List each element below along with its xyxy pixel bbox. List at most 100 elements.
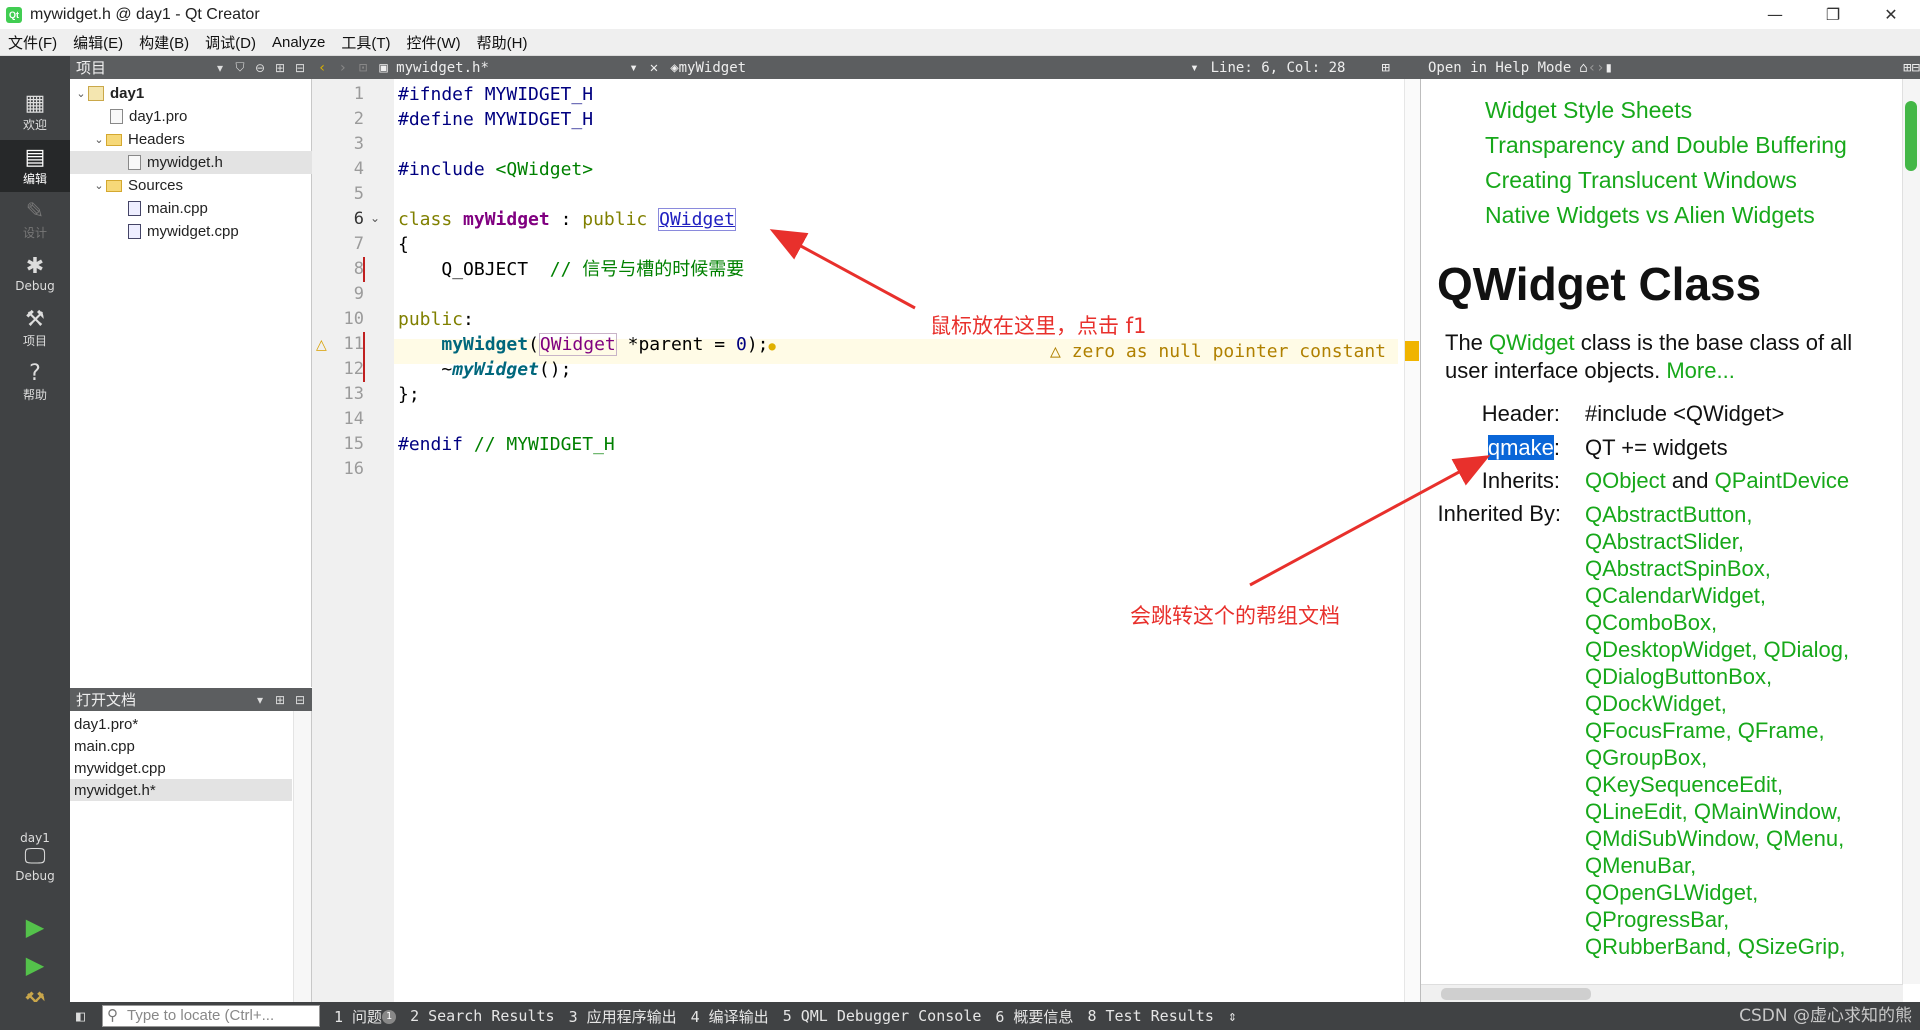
run-button[interactable]: ▶ — [0, 908, 70, 946]
code-editor[interactable]: 1 2 3 4 5 6 7 8 9 10 11 12 13 14 15 16 ⌄… — [312, 79, 1420, 1002]
tree-item-main-cpp[interactable]: main.cpp — [70, 197, 312, 220]
class-link[interactable]: QDockWidget, — [1585, 690, 1920, 717]
chevron-down-icon[interactable]: ⌄ — [92, 133, 106, 146]
open-doc-item[interactable]: mywidget.cpp — [70, 757, 292, 779]
qwidget-link[interactable]: QWidget — [1489, 330, 1575, 355]
class-link[interactable]: QRubberBand, QSizeGrip, — [1585, 933, 1920, 960]
menu-controls[interactable]: 控件(W) — [399, 32, 469, 53]
split-icon[interactable]: ⊞ — [272, 61, 288, 75]
dropdown-icon[interactable]: ▾ — [1184, 60, 1204, 76]
class-link[interactable]: QAbstractSlider, — [1585, 528, 1920, 555]
maximize-button[interactable]: ❐ — [1804, 0, 1862, 29]
class-link[interactable]: QAbstractButton, — [1585, 501, 1920, 528]
symbol-selector[interactable]: ◈myWidget — [664, 60, 1184, 76]
help-scroll-thumb[interactable] — [1905, 101, 1917, 171]
toc-link[interactable]: Transparency and Double Buffering — [1485, 128, 1847, 163]
menu-build[interactable]: 构建(B) — [131, 32, 197, 53]
sidebar-toggle-icon[interactable]: ◧ — [76, 1007, 85, 1025]
class-link[interactable]: QProgressBar, — [1585, 906, 1920, 933]
class-link[interactable]: QComboBox, — [1585, 609, 1920, 636]
qobject-link[interactable]: QObject — [1585, 468, 1666, 493]
link-icon[interactable]: ⊖ — [252, 61, 268, 75]
pane-test-results[interactable]: 8 Test Results — [1087, 1007, 1213, 1025]
mode-design[interactable]: ✎ 设计 — [0, 194, 70, 246]
pane-compile-output[interactable]: 4 编译输出 — [691, 1006, 769, 1027]
forward-arrow-icon[interactable]: › — [1596, 60, 1604, 76]
help-vertical-scrollbar[interactable] — [1902, 79, 1920, 984]
pane-issues[interactable]: 1 问题 1 — [334, 1006, 397, 1027]
locator-input[interactable]: ⚲ Type to locate (Ctrl+... — [102, 1005, 320, 1027]
back-arrow-icon[interactable]: ‹ — [312, 60, 332, 76]
debug-run-button[interactable]: ▶ — [0, 946, 70, 984]
class-link[interactable]: QMenuBar, — [1585, 852, 1920, 879]
mode-welcome[interactable]: ▦ 欢迎 — [0, 86, 70, 138]
fold-arrow-icon[interactable]: ⌄ — [370, 211, 380, 225]
class-link[interactable]: QDesktopWidget, QDialog, — [1585, 636, 1920, 663]
forward-arrow-icon[interactable]: › — [332, 60, 352, 76]
tree-item-mywidget-cpp[interactable]: mywidget.cpp — [70, 220, 312, 243]
tree-item-headers[interactable]: ⌄ Headers — [70, 128, 312, 151]
toc-link[interactable]: Widget Style Sheets — [1485, 93, 1847, 128]
mode-projects[interactable]: ⚒ 项目 — [0, 302, 70, 354]
pane-qml-debugger[interactable]: 5 QML Debugger Console — [783, 1007, 982, 1025]
class-link[interactable]: QKeySequenceEdit, — [1585, 771, 1920, 798]
pane-search-results[interactable]: 2 Search Results — [410, 1007, 555, 1025]
toc-link[interactable]: Native Widgets vs Alien Widgets — [1485, 198, 1847, 233]
editor-scrollbar[interactable] — [1404, 79, 1420, 1002]
dropdown-icon[interactable]: ▾ — [252, 693, 268, 707]
back-arrow-icon[interactable]: ‹ — [1588, 60, 1596, 76]
class-link[interactable]: QGroupBox, — [1585, 744, 1920, 771]
close-pane-icon[interactable]: ⊟ — [292, 693, 308, 707]
file-selector[interactable]: ▣ mywidget.h* — [373, 60, 623, 76]
qwidget-reference[interactable]: QWidget — [658, 208, 736, 231]
qpaintdevice-link[interactable]: QPaintDevice — [1715, 468, 1850, 493]
toc-link[interactable]: Creating Translucent Windows — [1485, 163, 1847, 198]
open-doc-item[interactable]: main.cpp — [70, 735, 292, 757]
split-icon[interactable]: ⊞ — [1903, 60, 1911, 76]
menu-edit[interactable]: 编辑(E) — [65, 32, 131, 53]
lightbulb-icon[interactable]: ● — [769, 339, 776, 353]
split-icon[interactable]: ⊞ — [272, 693, 288, 707]
help-mode-button[interactable]: Open in Help Mode — [1420, 60, 1579, 76]
menu-analyze[interactable]: Analyze — [264, 34, 333, 51]
chevron-down-icon[interactable]: ⌄ — [92, 179, 106, 192]
more-link[interactable]: More... — [1666, 358, 1734, 383]
pane-application-output[interactable]: 3 应用程序输出 — [569, 1006, 677, 1027]
menu-debug[interactable]: 调试(D) — [197, 32, 264, 53]
chevron-down-icon[interactable]: ⌄ — [74, 87, 88, 100]
split-icon[interactable]: ⊞ — [1375, 60, 1395, 76]
open-doc-item[interactable]: day1.pro* — [70, 713, 292, 735]
mode-help[interactable]: ? 帮助 — [0, 356, 70, 408]
open-docs-scrollbar[interactable] — [293, 711, 311, 1002]
tree-item-day1[interactable]: ⌄ day1 — [70, 82, 312, 105]
menu-help[interactable]: 帮助(H) — [469, 32, 536, 53]
dropdown-icon[interactable]: ▾ — [212, 61, 228, 75]
class-link[interactable]: QFocusFrame, QFrame, — [1585, 717, 1920, 744]
class-link[interactable]: QCalendarWidget, — [1585, 582, 1920, 609]
cursor-position[interactable]: Line: 6, Col: 28 — [1205, 60, 1352, 76]
class-link[interactable]: QAbstractSpinBox, — [1585, 555, 1920, 582]
minimize-button[interactable]: — — [1746, 0, 1804, 29]
menu-file[interactable]: 文件(F) — [0, 32, 65, 53]
class-link[interactable]: QDialogButtonBox, — [1585, 663, 1920, 690]
menu-tools[interactable]: 工具(T) — [333, 32, 398, 53]
filter-icon[interactable]: ⛉ — [232, 60, 248, 75]
pane-general-messages[interactable]: 6 概要信息 — [995, 1006, 1073, 1027]
home-icon[interactable]: ⌂ — [1579, 60, 1587, 76]
close-button[interactable]: ✕ — [1862, 0, 1920, 29]
help-horizontal-scrollbar[interactable] — [1421, 984, 1903, 1002]
mode-debug[interactable]: ✱ Debug — [0, 248, 70, 300]
tree-item-sources[interactable]: ⌄ Sources — [70, 174, 312, 197]
class-link[interactable]: QOpenGLWidget, — [1585, 879, 1920, 906]
close-file-icon[interactable]: ✕ — [644, 60, 664, 76]
close-pane-icon[interactable]: ⊟ — [292, 61, 308, 75]
dropdown-icon[interactable]: ▾ — [623, 60, 643, 76]
close-pane-icon[interactable]: ⊟ — [1912, 60, 1920, 76]
tree-item-mywidget-h[interactable]: mywidget.h — [70, 151, 312, 174]
class-link[interactable]: QLineEdit, QMainWindow, — [1585, 798, 1920, 825]
more-panes-icon[interactable]: ⇕ — [1228, 1007, 1237, 1025]
bookmark-icon[interactable]: ▮ — [1605, 60, 1613, 76]
class-link[interactable]: QMdiSubWindow, QMenu, — [1585, 825, 1920, 852]
kit-selector[interactable]: day1 🖵 Debug — [0, 816, 70, 898]
warning-icon[interactable]: △ — [316, 337, 327, 353]
